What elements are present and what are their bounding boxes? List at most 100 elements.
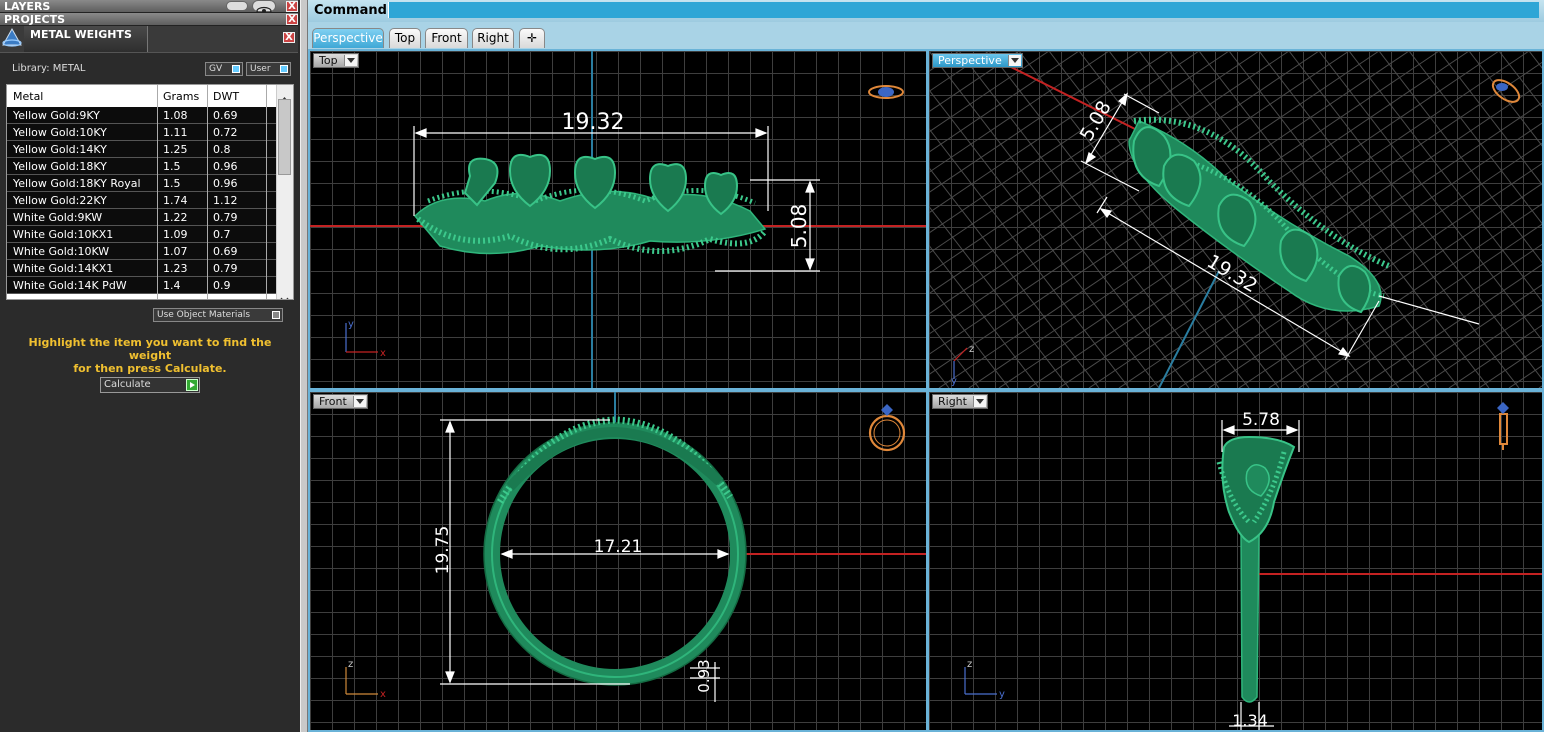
table-row[interactable]: White Gold:10KX1 1.09 0.7 (7, 226, 277, 243)
table-row[interactable]: Yellow Gold:14KY 1.25 0.8 (7, 141, 277, 158)
axis-label-y: y (951, 376, 957, 387)
table-row[interactable]: Yellow Gold:18KY 1.5 0.96 (7, 158, 277, 175)
viewport-label-text: Top (319, 54, 338, 67)
cell-grams: 1.25 (163, 143, 188, 156)
instruction-line-1: Highlight the item you want to find the … (28, 336, 272, 362)
use-object-materials-toggle[interactable]: Use Object Materials (153, 308, 283, 322)
command-bar: Command: (308, 0, 1544, 23)
cell-metal: Yellow Gold:18KY (13, 160, 107, 173)
close-icon[interactable]: X (286, 14, 298, 25)
viewport-label-text: Front (319, 395, 347, 408)
table-row[interactable]: White Gold:14K PdW 1.4 0.9 (7, 277, 277, 294)
cell-dwt: 0.72 (213, 126, 238, 139)
viewport-front[interactable]: 19.75 17.21 0.93 z x Front (308, 390, 928, 732)
chevron-down-icon[interactable] (343, 55, 357, 66)
cell-grams: 1.07 (163, 245, 188, 258)
calculate-button[interactable]: Calculate (100, 377, 200, 393)
panel-splitter[interactable] (300, 0, 308, 732)
viewport-label-perspective[interactable]: Perspective (932, 53, 1023, 68)
chevron-down-icon[interactable] (972, 396, 986, 407)
ring-model (1216, 435, 1296, 703)
ring-orientation-icon[interactable] (868, 404, 906, 452)
cell-grams: 1.5 (163, 160, 181, 173)
instruction-text: Highlight the item you want to find the … (10, 336, 290, 375)
gv-toggle[interactable]: GV (205, 62, 243, 76)
axis-label-y: y (348, 319, 354, 330)
viewport-top[interactable]: 19.32 5.08 y x Top (308, 49, 928, 390)
axis-gizmo: y x (345, 319, 386, 359)
dimension-height-label: 19.75 (433, 526, 453, 575)
viewport-label-text: Perspective (938, 54, 1002, 67)
ring-orientation-icon[interactable] (1497, 402, 1509, 450)
tab-perspective[interactable]: Perspective (312, 28, 384, 48)
user-toggle[interactable]: User (246, 62, 291, 76)
column-header-grams[interactable]: Grams (163, 90, 199, 103)
view-tab-bar: Perspective Top Front Right ✛ (308, 22, 1544, 50)
cell-metal: White Gold:14K PdW (13, 279, 127, 292)
dimension-bottom-label: 1.34 (1232, 711, 1268, 730)
toggle-icon (232, 65, 240, 73)
table-row[interactable]: Yellow Gold:9KY 1.08 0.69 (7, 107, 277, 124)
command-input[interactable] (388, 2, 1539, 18)
viewport-top-canvas: 19.32 5.08 y x (310, 51, 926, 388)
axis-label-y: y (999, 689, 1005, 700)
projects-title: PROJECTS (4, 13, 65, 26)
add-tab-button[interactable]: ✛ (519, 28, 545, 48)
cell-grams: 1.22 (163, 211, 188, 224)
close-icon[interactable]: X (286, 1, 298, 12)
viewport-perspective[interactable]: 5.08 19.32 z y Perspective (927, 49, 1544, 390)
axis-gizmo: z y (964, 659, 1005, 700)
table-row[interactable]: White Gold:9KW 1.22 0.79 (7, 209, 277, 226)
viewport-right[interactable]: 5.78 1.34 z y Right (927, 390, 1544, 732)
eye-icon[interactable] (252, 0, 276, 16)
library-label: Library: METAL (12, 63, 86, 74)
user-label: User (250, 64, 271, 74)
toggle-icon[interactable] (226, 1, 248, 11)
cell-grams: 1.5 (163, 177, 181, 190)
dimension-height-label: 5.08 (787, 204, 811, 249)
close-icon[interactable]: X (283, 32, 295, 43)
projects-panel-header[interactable]: PROJECTS (0, 13, 298, 26)
viewport-label-front[interactable]: Front (313, 394, 368, 409)
viewport-label-top[interactable]: Top (313, 53, 359, 68)
cell-metal: Yellow Gold:10KY (13, 126, 107, 139)
table-row[interactable]: Yellow Gold:18KY Royal 1.5 0.96 (7, 175, 277, 192)
ring-orientation-icon[interactable] (868, 85, 904, 99)
table-row[interactable]: Yellow Gold:10KY 1.11 0.72 (7, 124, 277, 141)
table-header: Metal Grams DWT (7, 85, 277, 108)
table-row[interactable]: White Gold:10KW 1.07 0.69 (7, 243, 277, 260)
toggle-icon (272, 311, 280, 319)
scrollbar-thumb[interactable] (278, 99, 291, 175)
cell-metal: Yellow Gold:18KY Royal (13, 177, 141, 190)
cell-dwt: 0.69 (213, 109, 238, 122)
cell-metal: White Gold:10KX1 (13, 228, 114, 241)
chevron-down-icon[interactable] (1007, 55, 1021, 66)
axis-label-z: z (969, 344, 974, 355)
y-axis-line (1158, 270, 1220, 388)
calculate-label: Calculate (104, 379, 151, 390)
table-scrollbar[interactable] (276, 85, 293, 299)
column-header-dwt[interactable]: DWT (213, 90, 239, 103)
viewport-label-right[interactable]: Right (932, 394, 988, 409)
tab-front[interactable]: Front (425, 28, 468, 48)
chevron-down-icon[interactable] (352, 396, 366, 407)
viewport-right-canvas: 5.78 1.34 z y (964, 402, 1542, 730)
plus-icon: ✛ (526, 31, 538, 45)
ring-orientation-icon[interactable] (1489, 76, 1523, 106)
metal-weights-header: METAL WEIGHTS X (0, 26, 298, 53)
table-row[interactable]: Yellow Gold:22KY 1.74 1.12 (7, 192, 277, 209)
tab-right[interactable]: Right (472, 28, 514, 48)
layers-title: LAYERS (4, 0, 51, 13)
cell-grams: 1.4 (163, 279, 181, 292)
toggle-icon (280, 65, 288, 73)
tab-top[interactable]: Top (389, 28, 421, 48)
cell-metal: White Gold:9KW (13, 211, 103, 224)
column-divider (266, 85, 267, 299)
cell-dwt: 0.69 (213, 245, 238, 258)
metal-weights-tab[interactable]: METAL WEIGHTS (24, 26, 148, 52)
scroll-down-icon[interactable] (280, 288, 289, 299)
table-row[interactable]: White Gold:14KX1 1.23 0.79 (7, 260, 277, 277)
cell-grams: 1.11 (163, 126, 188, 139)
column-header-metal[interactable]: Metal (13, 90, 43, 103)
cell-metal: Yellow Gold:14KY (13, 143, 107, 156)
